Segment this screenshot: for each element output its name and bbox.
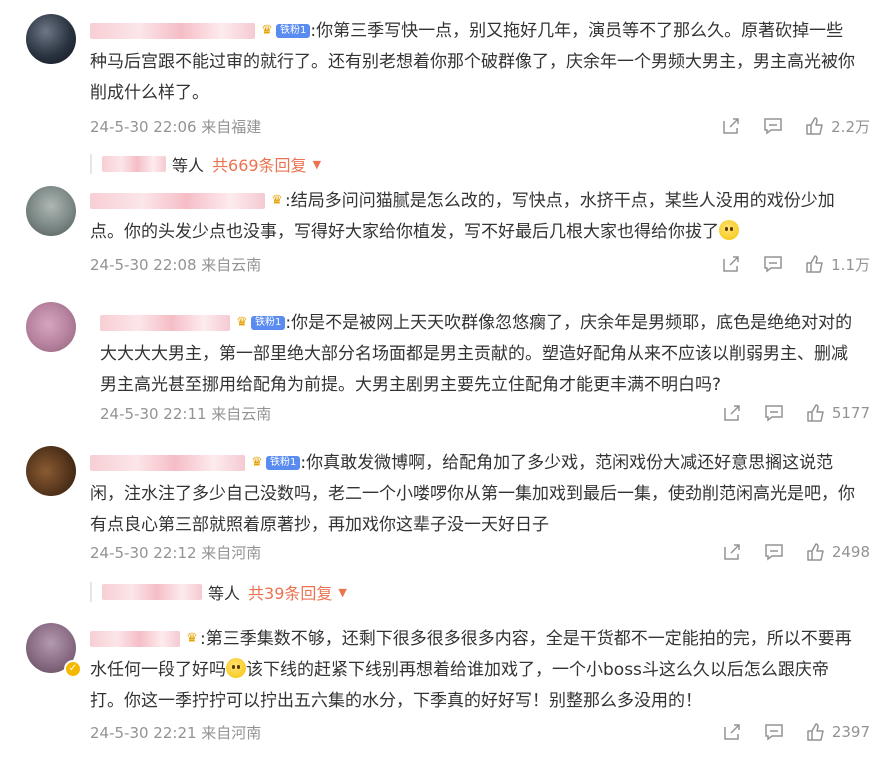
- crown-icon: ♛: [261, 23, 273, 38]
- crown-icon: ♛: [236, 315, 248, 330]
- comment-button[interactable]: [763, 116, 783, 136]
- comment-meta: 24-5-30 22:11 来自云南 5177: [100, 401, 870, 425]
- comment-actions: 2498: [700, 542, 870, 562]
- like-count: 5177: [831, 404, 870, 422]
- like-count: 1.1万: [831, 255, 870, 274]
- like-button[interactable]: 1.1万: [805, 254, 870, 275]
- comment-icon: [765, 544, 783, 561]
- comment-text-block: ♛:结局多问问猫腻是怎么改的，写快点，水挤干点，某些人没用的戏份少加点。你的头发…: [90, 186, 860, 248]
- reply-username-blurred[interactable]: [102, 584, 202, 600]
- fan-badge-group[interactable]: ♛: [184, 632, 200, 646]
- username-blurred[interactable]: [90, 455, 245, 471]
- fan-badge-group[interactable]: ♛ 铁粉1: [249, 455, 301, 470]
- comment-time: 24-5-30 22:06 来自福建: [90, 117, 262, 136]
- comment-actions: 1.1万: [699, 254, 870, 275]
- share-icon: [723, 118, 739, 134]
- comment-button[interactable]: [764, 403, 784, 423]
- fan-badge: 铁粉1: [251, 316, 286, 330]
- view-replies-link[interactable]: 共39条回复: [248, 580, 332, 604]
- reply-who: 等人: [172, 156, 205, 175]
- crown-icon: ♛: [271, 193, 283, 208]
- comment-text-block: ♛ 铁粉1:你第三季写快一点，别又拖好几年，演员等不了那么久。原著砍掉一些种马后宫…: [90, 16, 860, 109]
- reply-divider: [90, 582, 92, 602]
- comment-meta: 24-5-30 22:21 来自河南 2397: [90, 720, 870, 744]
- comment-text-block: ♛ 铁粉1:你是不是被网上天天吹群像忽悠瘸了，庆余年是男频耶，底色是绝绝对对的大大…: [100, 308, 860, 401]
- vip-check-icon: ✓: [64, 660, 82, 678]
- fan-badge-group[interactable]: ♛ 铁粉1: [234, 315, 286, 330]
- chevron-down-icon: ▼: [312, 157, 322, 171]
- comment-meta: 24-5-30 22:12 来自河南 2498: [90, 540, 870, 564]
- reply-username-blurred[interactable]: [102, 156, 166, 172]
- fan-badge: 铁粉1: [276, 24, 311, 38]
- crown-icon: ♛: [251, 455, 263, 470]
- view-replies-link[interactable]: 共669条回复: [212, 152, 307, 176]
- like-count: 2397: [831, 723, 870, 741]
- username-blurred[interactable]: [90, 23, 255, 39]
- fan-badge-group[interactable]: ♛ 铁粉1: [259, 23, 311, 38]
- like-icon: [807, 404, 824, 422]
- smile-emoji-icon: [226, 658, 246, 678]
- comment-time: 24-5-30 22:08 来自云南: [90, 255, 262, 274]
- username-blurred[interactable]: [90, 631, 180, 647]
- like-button[interactable]: 2498: [806, 542, 870, 562]
- like-button[interactable]: 2.2万: [805, 116, 870, 137]
- share-button[interactable]: [721, 254, 741, 274]
- smile-emoji-icon: [719, 220, 739, 240]
- like-count: 2498: [831, 543, 870, 561]
- avatar[interactable]: [26, 14, 76, 64]
- share-button[interactable]: [722, 542, 742, 562]
- reply-summary[interactable]: 等人 共39条回复 ▼: [90, 579, 347, 605]
- like-icon: [807, 543, 824, 561]
- chevron-down-icon: ▼: [338, 585, 347, 599]
- avatar[interactable]: [26, 446, 76, 496]
- share-icon: [724, 405, 740, 421]
- reply-who: 等人: [208, 584, 241, 603]
- fan-badge-group[interactable]: ♛: [269, 194, 285, 208]
- share-button[interactable]: [721, 116, 741, 136]
- like-button[interactable]: 5177: [806, 403, 870, 423]
- share-button[interactable]: [722, 403, 742, 423]
- comment-button[interactable]: [763, 254, 783, 274]
- like-icon: [806, 117, 823, 135]
- like-icon: [806, 255, 823, 273]
- share-icon: [724, 724, 740, 740]
- comment-button[interactable]: [764, 722, 784, 742]
- comment-actions: 5177: [700, 403, 870, 423]
- avatar[interactable]: [26, 302, 76, 352]
- username-blurred[interactable]: [90, 193, 265, 209]
- comment-button[interactable]: [764, 542, 784, 562]
- comment-icon: [765, 724, 783, 741]
- like-icon: [807, 723, 824, 741]
- reply-summary[interactable]: 等人 共669条回复 ▼: [90, 151, 321, 177]
- crown-icon: ♛: [186, 631, 198, 646]
- like-button[interactable]: 2397: [806, 722, 870, 742]
- comment-actions: 2397: [700, 722, 870, 742]
- like-count: 2.2万: [831, 117, 870, 136]
- share-button[interactable]: [722, 722, 742, 742]
- comment-text-block: ♛ 铁粉1:你真敢发微博啊，给配角加了多少戏，范闲戏份大减还好意思搁这说范闲，注水…: [90, 448, 860, 541]
- fan-badge: 铁粉1: [266, 456, 301, 470]
- comment-meta: 24-5-30 22:08 来自云南 1.1万: [90, 252, 870, 276]
- comment-icon: [764, 118, 782, 135]
- comment-time: 24-5-30 22:21 来自河南: [90, 723, 262, 742]
- reply-divider: [90, 154, 92, 174]
- comment-text-block: ♛:第三季集数不够，还剩下很多很多很多内容，全是干货都不一定能拍的完，所以不要再…: [90, 624, 860, 717]
- share-icon: [723, 256, 739, 272]
- comment-actions: 2.2万: [699, 116, 870, 137]
- comment-icon: [764, 256, 782, 273]
- avatar[interactable]: [26, 186, 76, 236]
- comment-meta: 24-5-30 22:06 来自福建 2.2万: [90, 114, 870, 138]
- username-blurred[interactable]: [100, 315, 230, 331]
- comment-time: 24-5-30 22:12 来自河南: [90, 543, 262, 562]
- share-icon: [724, 544, 740, 560]
- comment-time: 24-5-30 22:11 来自云南: [100, 404, 272, 423]
- comment-icon: [765, 405, 783, 422]
